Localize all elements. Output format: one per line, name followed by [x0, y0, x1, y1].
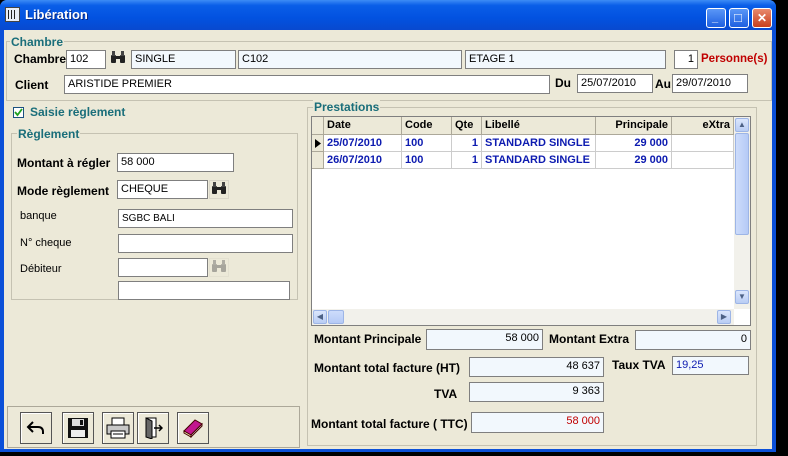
table-cell[interactable]: STANDARD SINGLE: [482, 135, 596, 152]
debiteur-label: Débiteur: [20, 263, 62, 275]
prestations-grid[interactable]: Date Code Qte Libellé Principale eXtra 2…: [311, 116, 751, 326]
binoculars-icon[interactable]: [209, 180, 229, 199]
scroll-down-icon[interactable]: ▼: [735, 290, 749, 304]
saisie-checkbox[interactable]: [13, 107, 24, 118]
banque-field[interactable]: SGBC BALI: [118, 209, 293, 228]
undo-icon: [26, 421, 44, 434]
table-cell[interactable]: STANDARD SINGLE: [482, 152, 596, 169]
mode-reglement-label: Mode règlement: [17, 184, 110, 198]
client-label: Client: [15, 78, 49, 92]
app-icon: [5, 7, 20, 22]
column-header-principale[interactable]: Principale: [596, 117, 672, 135]
tva-label: TVA: [434, 387, 458, 401]
print-button[interactable]: [102, 412, 134, 444]
total-ht-label: Montant total facture (HT): [314, 361, 460, 375]
mode-reglement-field[interactable]: CHEQUE: [117, 180, 208, 199]
scroll-left-icon[interactable]: ◀: [313, 310, 327, 324]
montant-principale-label: Montant Principale: [314, 332, 422, 346]
scroll-up-icon[interactable]: ▲: [735, 118, 749, 132]
column-header-qte[interactable]: Qte: [452, 117, 482, 135]
undo-button[interactable]: [20, 412, 52, 444]
vertical-scroll-thumb[interactable]: [735, 133, 749, 235]
scroll-right-icon[interactable]: ▶: [717, 310, 731, 324]
chambre-type-field[interactable]: SINGLE: [131, 50, 236, 69]
binoculars-icon[interactable]: [108, 50, 128, 69]
total-ttc-field[interactable]: 58 000: [471, 412, 604, 433]
exit-button[interactable]: [137, 412, 169, 444]
montant-principale-field[interactable]: 58 000: [426, 329, 543, 350]
cheque-field[interactable]: [118, 234, 293, 253]
saisie-label: Saisie règlement: [30, 105, 126, 119]
binoculars-icon[interactable]: [209, 258, 229, 277]
minimize-button[interactable]: _: [706, 8, 726, 28]
debiteur-field[interactable]: [118, 258, 208, 277]
reglement-group-title: Règlement: [17, 127, 81, 141]
personnes-label: Personne(s): [701, 53, 768, 65]
prestations-group-title: Prestations: [313, 100, 381, 114]
close-icon: ✕: [757, 11, 768, 25]
checkmark-icon: [14, 108, 23, 117]
chambre-number-field[interactable]: 102: [66, 50, 106, 69]
dialog-body: Chambre Chambre 102 SINGLE C102 ETAGE 1 …: [4, 30, 772, 449]
table-cell[interactable]: 29 000: [596, 135, 672, 152]
au-label: Au: [655, 77, 671, 91]
total-ht-field[interactable]: 48 637: [469, 357, 604, 377]
chambre-label: Chambre: [14, 52, 67, 66]
window: Libération _ □ ✕ Chambre Chambre 102 SIN…: [0, 0, 776, 452]
horizontal-scrollbar[interactable]: ◀ ▶: [312, 309, 734, 325]
row-pointer-icon: [315, 139, 321, 148]
book-button[interactable]: [177, 412, 209, 444]
title-bar[interactable]: Libération _ □ ✕: [0, 0, 776, 30]
montant-extra-label: Montant Extra: [549, 332, 630, 346]
au-date-field[interactable]: 29/07/2010: [672, 74, 748, 93]
table-cell[interactable]: 26/07/2010: [324, 152, 402, 169]
table-cell[interactable]: 25/07/2010: [324, 135, 402, 152]
book-icon: [183, 419, 203, 439]
table-cell[interactable]: 29 000: [596, 152, 672, 169]
vertical-scrollbar[interactable]: ▲ ▼: [734, 117, 750, 309]
column-header-libelle[interactable]: Libellé: [482, 117, 596, 135]
maximize-icon: □: [734, 10, 742, 25]
du-date-field[interactable]: 25/07/2010: [577, 74, 653, 93]
table-cell[interactable]: 1: [452, 152, 482, 169]
row-selector-current[interactable]: [312, 135, 324, 152]
grid-corner: [312, 117, 324, 135]
column-header-date[interactable]: Date: [324, 117, 402, 135]
minimize-icon: _: [712, 12, 719, 24]
montant-extra-field[interactable]: 0: [635, 330, 751, 350]
chambre-group-title: Chambre: [10, 35, 65, 49]
personnes-count-field[interactable]: 1: [674, 50, 698, 69]
debiteur-extra-field[interactable]: [118, 281, 290, 300]
table-cell[interactable]: [672, 135, 734, 152]
table-cell[interactable]: 100: [402, 135, 452, 152]
montant-regler-label: Montant à régler: [17, 156, 111, 170]
banque-label: banque: [20, 210, 57, 222]
printer-icon: [106, 417, 130, 439]
du-label: Du: [555, 76, 571, 90]
table-cell[interactable]: 1: [452, 135, 482, 152]
table-cell[interactable]: 100: [402, 152, 452, 169]
cheque-label: N° cheque: [20, 237, 72, 249]
window-title: Libération: [25, 7, 88, 22]
table-cell[interactable]: [672, 152, 734, 169]
save-icon: [68, 418, 88, 438]
column-header-code[interactable]: Code: [402, 117, 452, 135]
montant-regler-field[interactable]: 58 000: [117, 153, 234, 172]
tva-field[interactable]: 9 363: [469, 382, 604, 402]
total-ttc-label: Montant total facture ( TTC): [311, 417, 468, 431]
row-selector[interactable]: [312, 152, 324, 169]
etage-field[interactable]: ETAGE 1: [465, 50, 666, 69]
chambre-code-field[interactable]: C102: [238, 50, 462, 69]
taux-tva-field[interactable]: 19,25: [672, 356, 749, 375]
maximize-button[interactable]: □: [729, 8, 749, 28]
client-name-field[interactable]: ARISTIDE PREMIER: [64, 75, 550, 94]
taux-tva-label: Taux TVA: [612, 358, 666, 372]
close-button[interactable]: ✕: [752, 8, 772, 28]
horizontal-scroll-thumb[interactable]: [328, 310, 344, 324]
exit-door-icon: [145, 417, 164, 440]
column-header-extra[interactable]: eXtra: [672, 117, 734, 135]
save-button[interactable]: [62, 412, 94, 444]
